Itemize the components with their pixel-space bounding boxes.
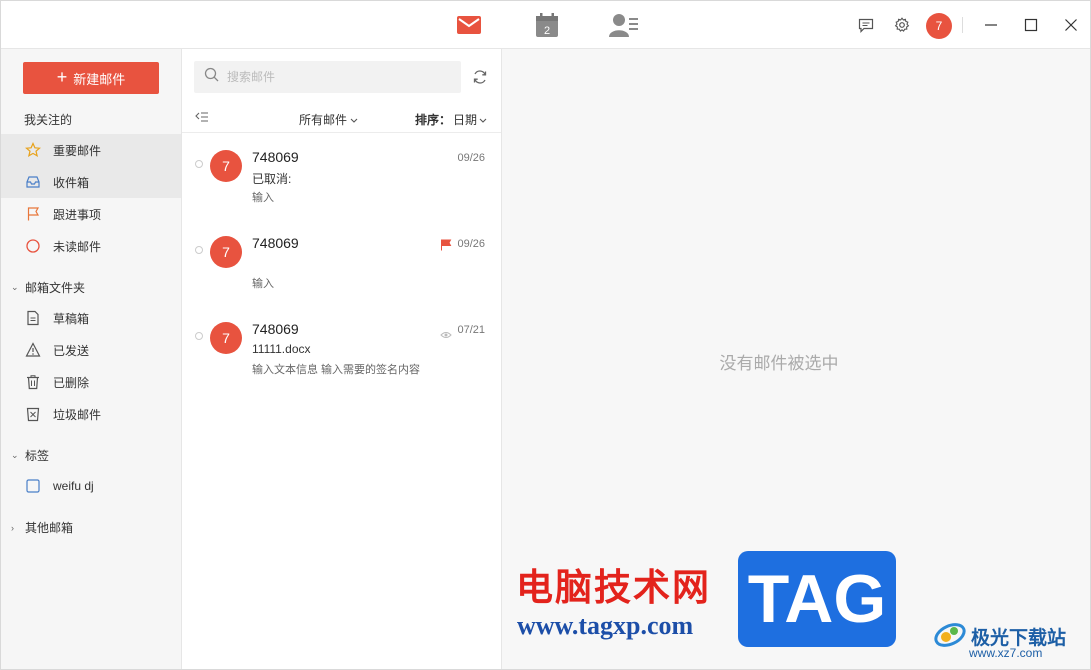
empty-state-text: 没有邮件被选中 (719, 354, 839, 373)
sort-value: 日期 (452, 113, 477, 127)
section-tags-label: 标签 (25, 449, 50, 463)
sidebar-item-followup[interactable]: 跟进事项 (1, 198, 181, 230)
unread-dot[interactable] (195, 246, 203, 254)
compose-button[interactable]: + 新建邮件 (23, 62, 159, 94)
watermark-tag-logo: TAG (738, 551, 896, 647)
sidebar-item-unread[interactable]: 未读邮件 (1, 230, 181, 262)
search-input[interactable] (227, 70, 427, 84)
circle-icon (25, 238, 41, 254)
user-avatar[interactable]: 7 (926, 13, 952, 39)
minimize-icon[interactable] (979, 13, 1003, 37)
mail-preview: 输入 (252, 278, 274, 290)
star-icon (25, 142, 41, 158)
mail-icon[interactable] (454, 11, 484, 39)
mail-date: 09/26 (457, 238, 485, 250)
sidebar-item-label: 草稿箱 (53, 311, 90, 326)
unread-dot[interactable] (195, 160, 203, 168)
sidebar-item-spam[interactable]: 垃圾邮件 (1, 398, 181, 430)
contacts-icon[interactable] (609, 11, 639, 39)
maximize-icon[interactable] (1019, 13, 1043, 37)
mail-app-window: 2 7 + 新建邮件 我关注的 重要邮件 收件箱 跟进事项 未读邮件 ⌄ 邮箱文… (0, 0, 1091, 670)
sidebar-item-label: 已发送 (53, 343, 90, 358)
eye-icon (440, 326, 452, 338)
sidebar: + 新建邮件 我关注的 重要邮件 收件箱 跟进事项 未读邮件 ⌄ 邮箱文件夹 草… (1, 49, 182, 669)
refresh-icon[interactable] (470, 67, 490, 87)
mail-preview: 输入 (252, 192, 274, 204)
sidebar-item-label: 已删除 (53, 375, 90, 390)
section-tags-title[interactable]: ⌄ 标签 (11, 447, 49, 464)
chevron-down-icon (350, 113, 358, 127)
trash-icon (25, 374, 41, 390)
chevron-right-icon: › (11, 522, 14, 533)
flag-icon (25, 206, 41, 222)
sent-icon (25, 342, 41, 358)
tag-checkbox-icon (25, 478, 41, 494)
compose-label: 新建邮件 (73, 71, 126, 87)
sidebar-item-drafts[interactable]: 草稿箱 (1, 302, 181, 334)
sidebar-item-label: 未读邮件 (53, 239, 102, 254)
calendar-icon[interactable]: 2 (532, 11, 562, 39)
sidebar-item-label: 收件箱 (53, 175, 90, 190)
sidebar-item-label: weifu dj (53, 479, 94, 493)
mail-sender: 748069 (252, 321, 299, 337)
mail-list-panel: 所有邮件 排序： 日期 7 748069 09/26 已取消: 输入 7 748… (182, 49, 502, 669)
section-folders-title[interactable]: ⌄ 邮箱文件夹 (11, 279, 85, 296)
collapse-sidebar-icon[interactable] (195, 111, 211, 125)
section-folders-label: 邮箱文件夹 (25, 281, 86, 295)
filter-bar: 所有邮件 排序： 日期 (182, 105, 501, 133)
sidebar-item-deleted[interactable]: 已删除 (1, 366, 181, 398)
search-box[interactable] (194, 61, 461, 93)
mail-list-item[interactable]: 7 748069 07/21 11111.docx 输入文本信息 输入需要的签名… (182, 305, 501, 391)
avatar: 7 (210, 150, 242, 182)
watermark-brand-url: www.xz7.com (969, 646, 1043, 660)
close-icon[interactable] (1059, 13, 1083, 37)
titlebar-divider (962, 17, 963, 33)
flag-icon[interactable] (440, 238, 452, 251)
mail-preview: 输入文本信息 输入需要的签名内容 (252, 364, 421, 376)
plus-icon: + (56, 67, 68, 87)
search-icon (204, 67, 219, 87)
sort-prefix: 排序： (414, 113, 451, 127)
spam-icon (25, 406, 41, 422)
chevron-down-icon: ⌄ (11, 450, 19, 460)
section-other-label: 其他邮箱 (25, 521, 74, 535)
mail-date: 07/21 (457, 324, 485, 336)
unread-dot[interactable] (195, 332, 203, 340)
sidebar-item-tag-weifu[interactable]: weifu dj (1, 470, 181, 502)
title-bar: 2 7 (1, 1, 1090, 49)
filter-dropdown[interactable]: 所有邮件 (299, 111, 358, 128)
sidebar-item-label: 垃圾邮件 (53, 407, 102, 422)
aurora-logo-icon (933, 619, 967, 654)
chevron-down-icon (479, 113, 487, 127)
watermark-site-url: www.tagxp.com (517, 611, 694, 640)
calendar-day-number: 2 (544, 25, 550, 37)
mail-subject: 已取消: (252, 172, 292, 186)
chat-icon[interactable] (854, 13, 878, 37)
sidebar-item-important[interactable]: 重要邮件 (1, 134, 181, 166)
mail-sender: 748069 (252, 235, 299, 251)
sidebar-item-label: 跟进事项 (53, 207, 102, 222)
mail-subject: 11111.docx (252, 342, 311, 356)
avatar: 7 (210, 322, 242, 354)
mail-list-item[interactable]: 7 748069 09/26 输入 (182, 219, 501, 305)
section-followed-title: 我关注的 (24, 113, 73, 127)
watermark-site-cn: 电脑技术网 (516, 566, 711, 609)
avatar: 7 (210, 236, 242, 268)
sort-dropdown[interactable]: 排序： 日期 (415, 111, 487, 128)
mail-date: 09/26 (457, 152, 485, 164)
sidebar-item-inbox[interactable]: 收件箱 (1, 166, 181, 198)
section-other-title[interactable]: › 其他邮箱 (11, 519, 73, 536)
gear-icon[interactable] (890, 13, 914, 37)
mail-list-item[interactable]: 7 748069 09/26 已取消: 输入 (182, 133, 501, 219)
sidebar-item-label: 重要邮件 (53, 143, 102, 158)
draft-icon (25, 310, 41, 326)
sidebar-item-sent[interactable]: 已发送 (1, 334, 181, 366)
mail-sender: 748069 (252, 149, 299, 165)
watermark-brand: 极光下载站 www.xz7.com (933, 619, 1066, 660)
chevron-down-icon: ⌄ (11, 282, 19, 292)
inbox-icon (25, 174, 41, 190)
filter-label: 所有邮件 (299, 113, 348, 127)
